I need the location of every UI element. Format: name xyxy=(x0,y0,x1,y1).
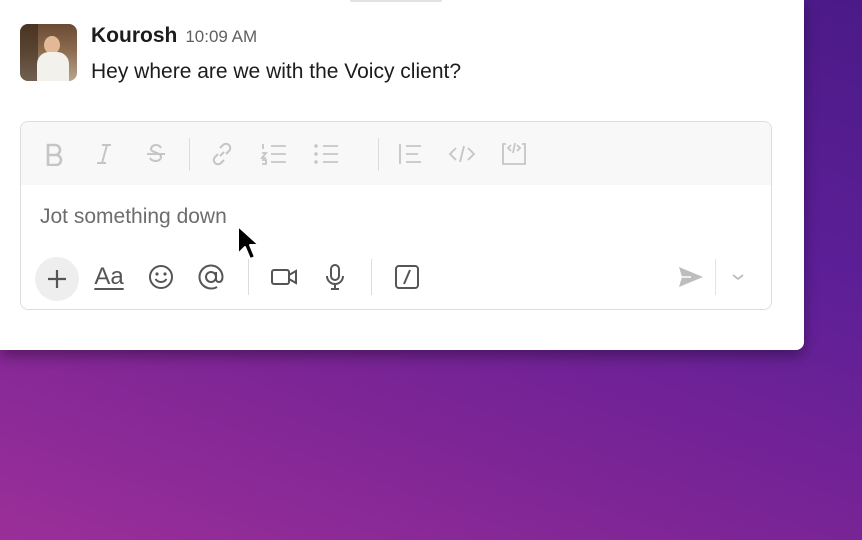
code-icon[interactable] xyxy=(447,139,477,169)
bold-icon[interactable] xyxy=(39,139,69,169)
formatting-toolbar xyxy=(21,122,771,185)
message-input[interactable] xyxy=(40,202,740,232)
italic-icon[interactable] xyxy=(89,139,119,169)
message-author[interactable]: Kourosh xyxy=(91,24,177,47)
message-timestamp[interactable]: 10:09 AM xyxy=(185,27,257,46)
link-icon[interactable] xyxy=(207,139,237,169)
microphone-icon[interactable] xyxy=(317,259,353,295)
ordered-list-icon[interactable] xyxy=(259,139,289,169)
chevron-down-icon[interactable] xyxy=(723,259,753,295)
blockquote-icon[interactable] xyxy=(395,139,425,169)
plus-icon[interactable] xyxy=(35,257,79,301)
message-item: Kourosh 10:09 AM Hey where are we with th… xyxy=(20,24,780,84)
composer-actions: Aa xyxy=(21,255,771,301)
window-top-handle xyxy=(350,0,442,2)
send-icon[interactable] xyxy=(673,259,709,295)
chat-window: Kourosh 10:09 AM Hey where are we with th… xyxy=(0,0,804,350)
bulleted-list-icon[interactable] xyxy=(311,139,341,169)
text-format-icon[interactable]: Aa xyxy=(91,259,127,295)
emoji-icon[interactable] xyxy=(143,259,179,295)
message-header: Kourosh 10:09 AM xyxy=(91,24,257,48)
avatar[interactable] xyxy=(20,24,77,81)
mention-icon[interactable] xyxy=(193,259,229,295)
slash-command-icon[interactable] xyxy=(389,259,425,295)
code-block-icon[interactable] xyxy=(499,139,529,169)
message-composer: Aa xyxy=(20,121,772,310)
message-text: Hey where are we with the Voicy client? xyxy=(91,60,462,83)
strikethrough-icon[interactable] xyxy=(141,139,171,169)
video-icon[interactable] xyxy=(266,259,302,295)
